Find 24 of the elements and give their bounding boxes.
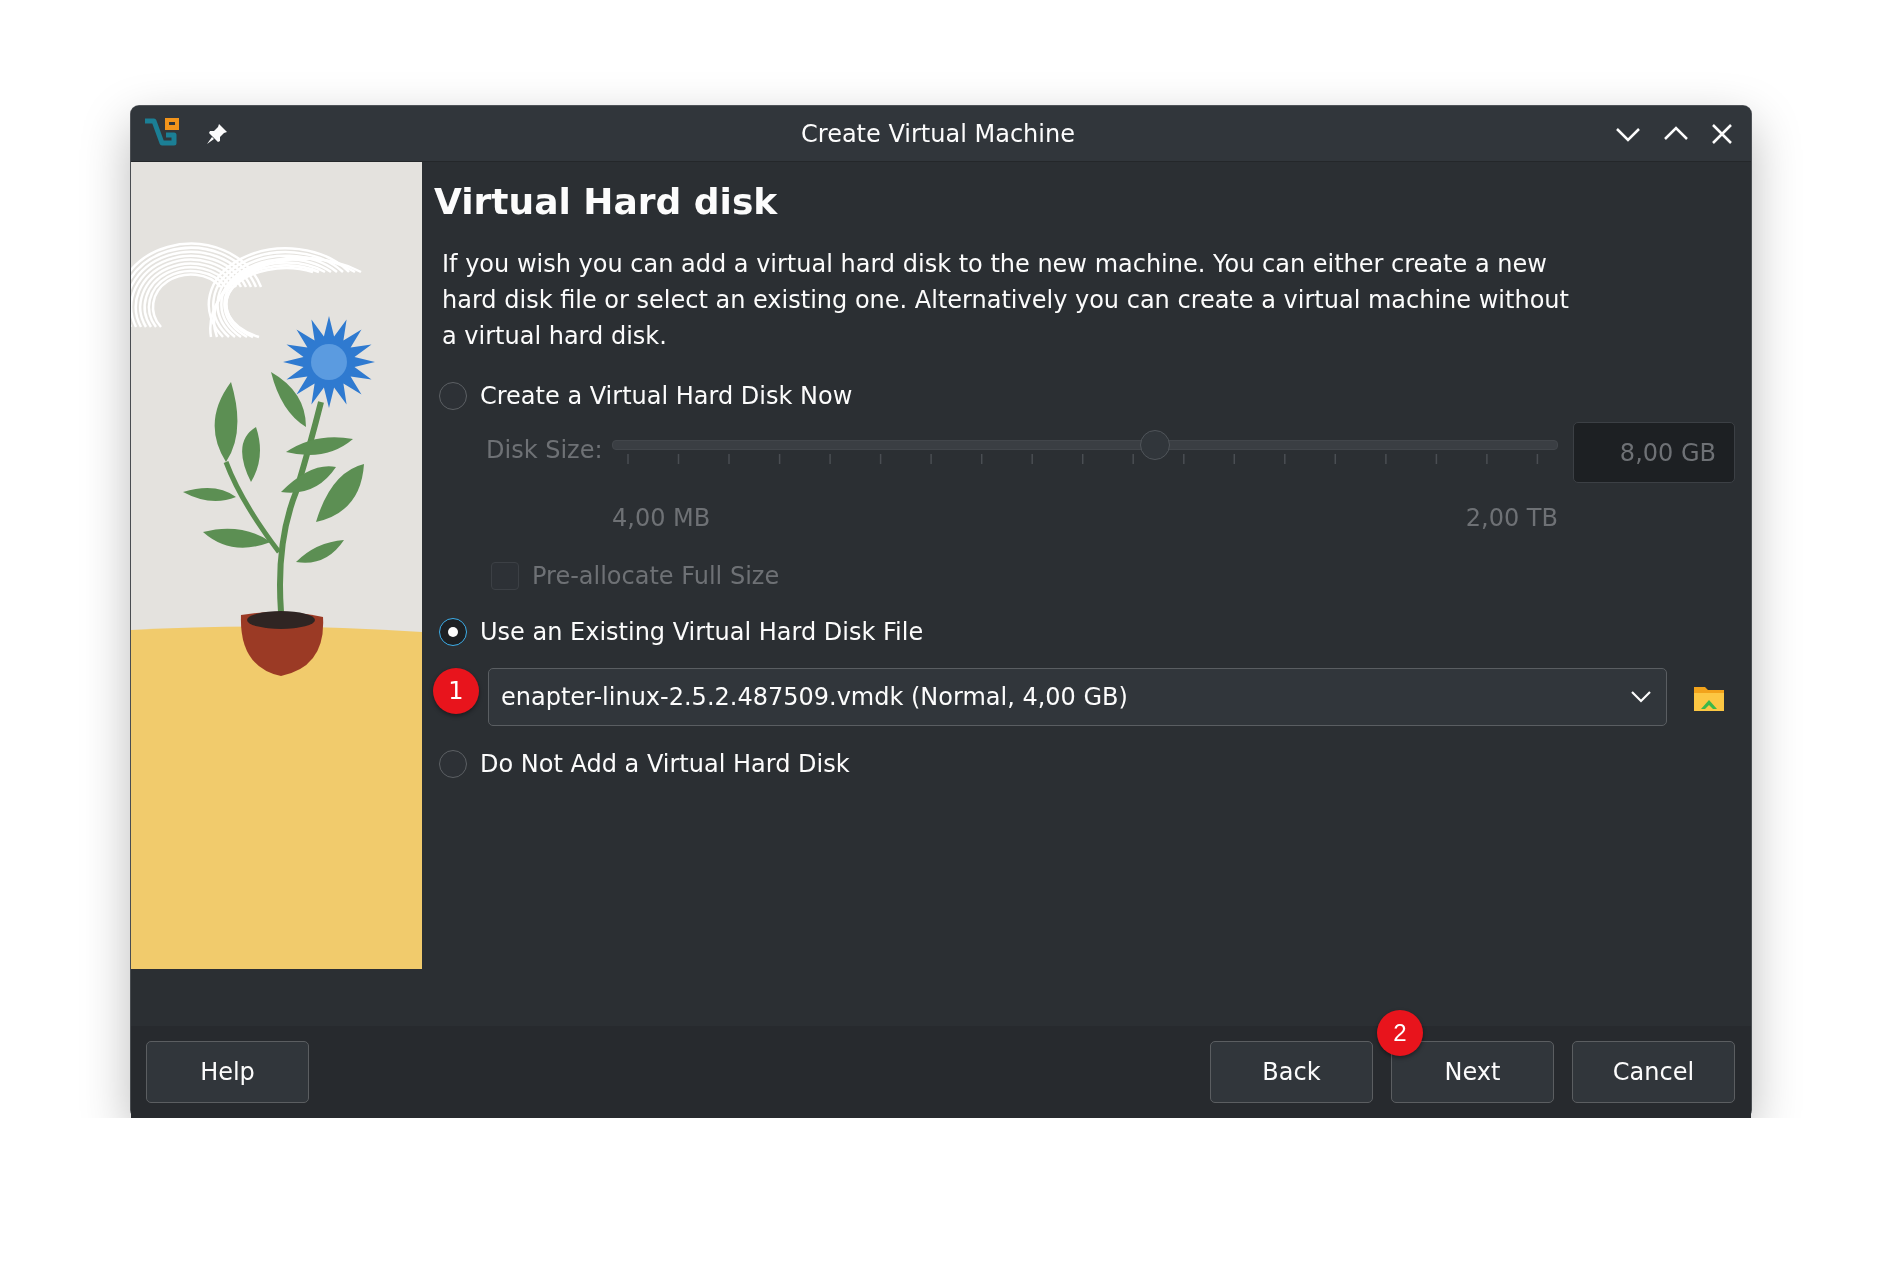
window-title: Create Virtual Machine (801, 119, 1075, 148)
maximize-icon[interactable] (1663, 125, 1689, 142)
disk-file-dropdown[interactable]: enapter-linux-2.5.2.487509.vmdk (Normal, 4,00 GB) (488, 668, 1667, 726)
radio-label[interactable]: Do Not Add a Virtual Hard Disk (480, 750, 850, 778)
dialog-button[interactable]: Next (1391, 1041, 1554, 1103)
radio-button[interactable] (439, 750, 467, 778)
radio-button[interactable] (439, 382, 467, 410)
disk-size-label: Disk Size: (486, 436, 604, 464)
close-icon[interactable] (1711, 122, 1733, 145)
radio-button[interactable] (439, 618, 467, 646)
page-description: If you wish you can add a virtual hard disk to the new machine. You can either create a new hard disk file or select an existing one. Alternatively you can create a virtual machine without a virtual hard disk. (442, 249, 1570, 352)
annotation-badge: 1 (433, 668, 479, 714)
minimize-icon[interactable] (1615, 125, 1641, 142)
dialog-button[interactable]: Cancel (1572, 1041, 1735, 1103)
radio-label[interactable]: Use an Existing Virtual Hard Disk File (480, 618, 924, 646)
chevron-down-icon (1630, 690, 1652, 704)
radio-label[interactable]: Create a Virtual Hard Disk Now (480, 382, 853, 410)
annotation-badge: 2 (1377, 1010, 1423, 1056)
max-size-label: 2,00 TB (1465, 504, 1558, 532)
page-title: Virtual Hard disk (434, 180, 778, 224)
pin-icon[interactable] (205, 121, 229, 146)
dialog-button[interactable]: Help (146, 1041, 309, 1103)
min-size-label: 4,00 MB (612, 504, 711, 532)
dialog-button[interactable]: Back (1210, 1041, 1373, 1103)
